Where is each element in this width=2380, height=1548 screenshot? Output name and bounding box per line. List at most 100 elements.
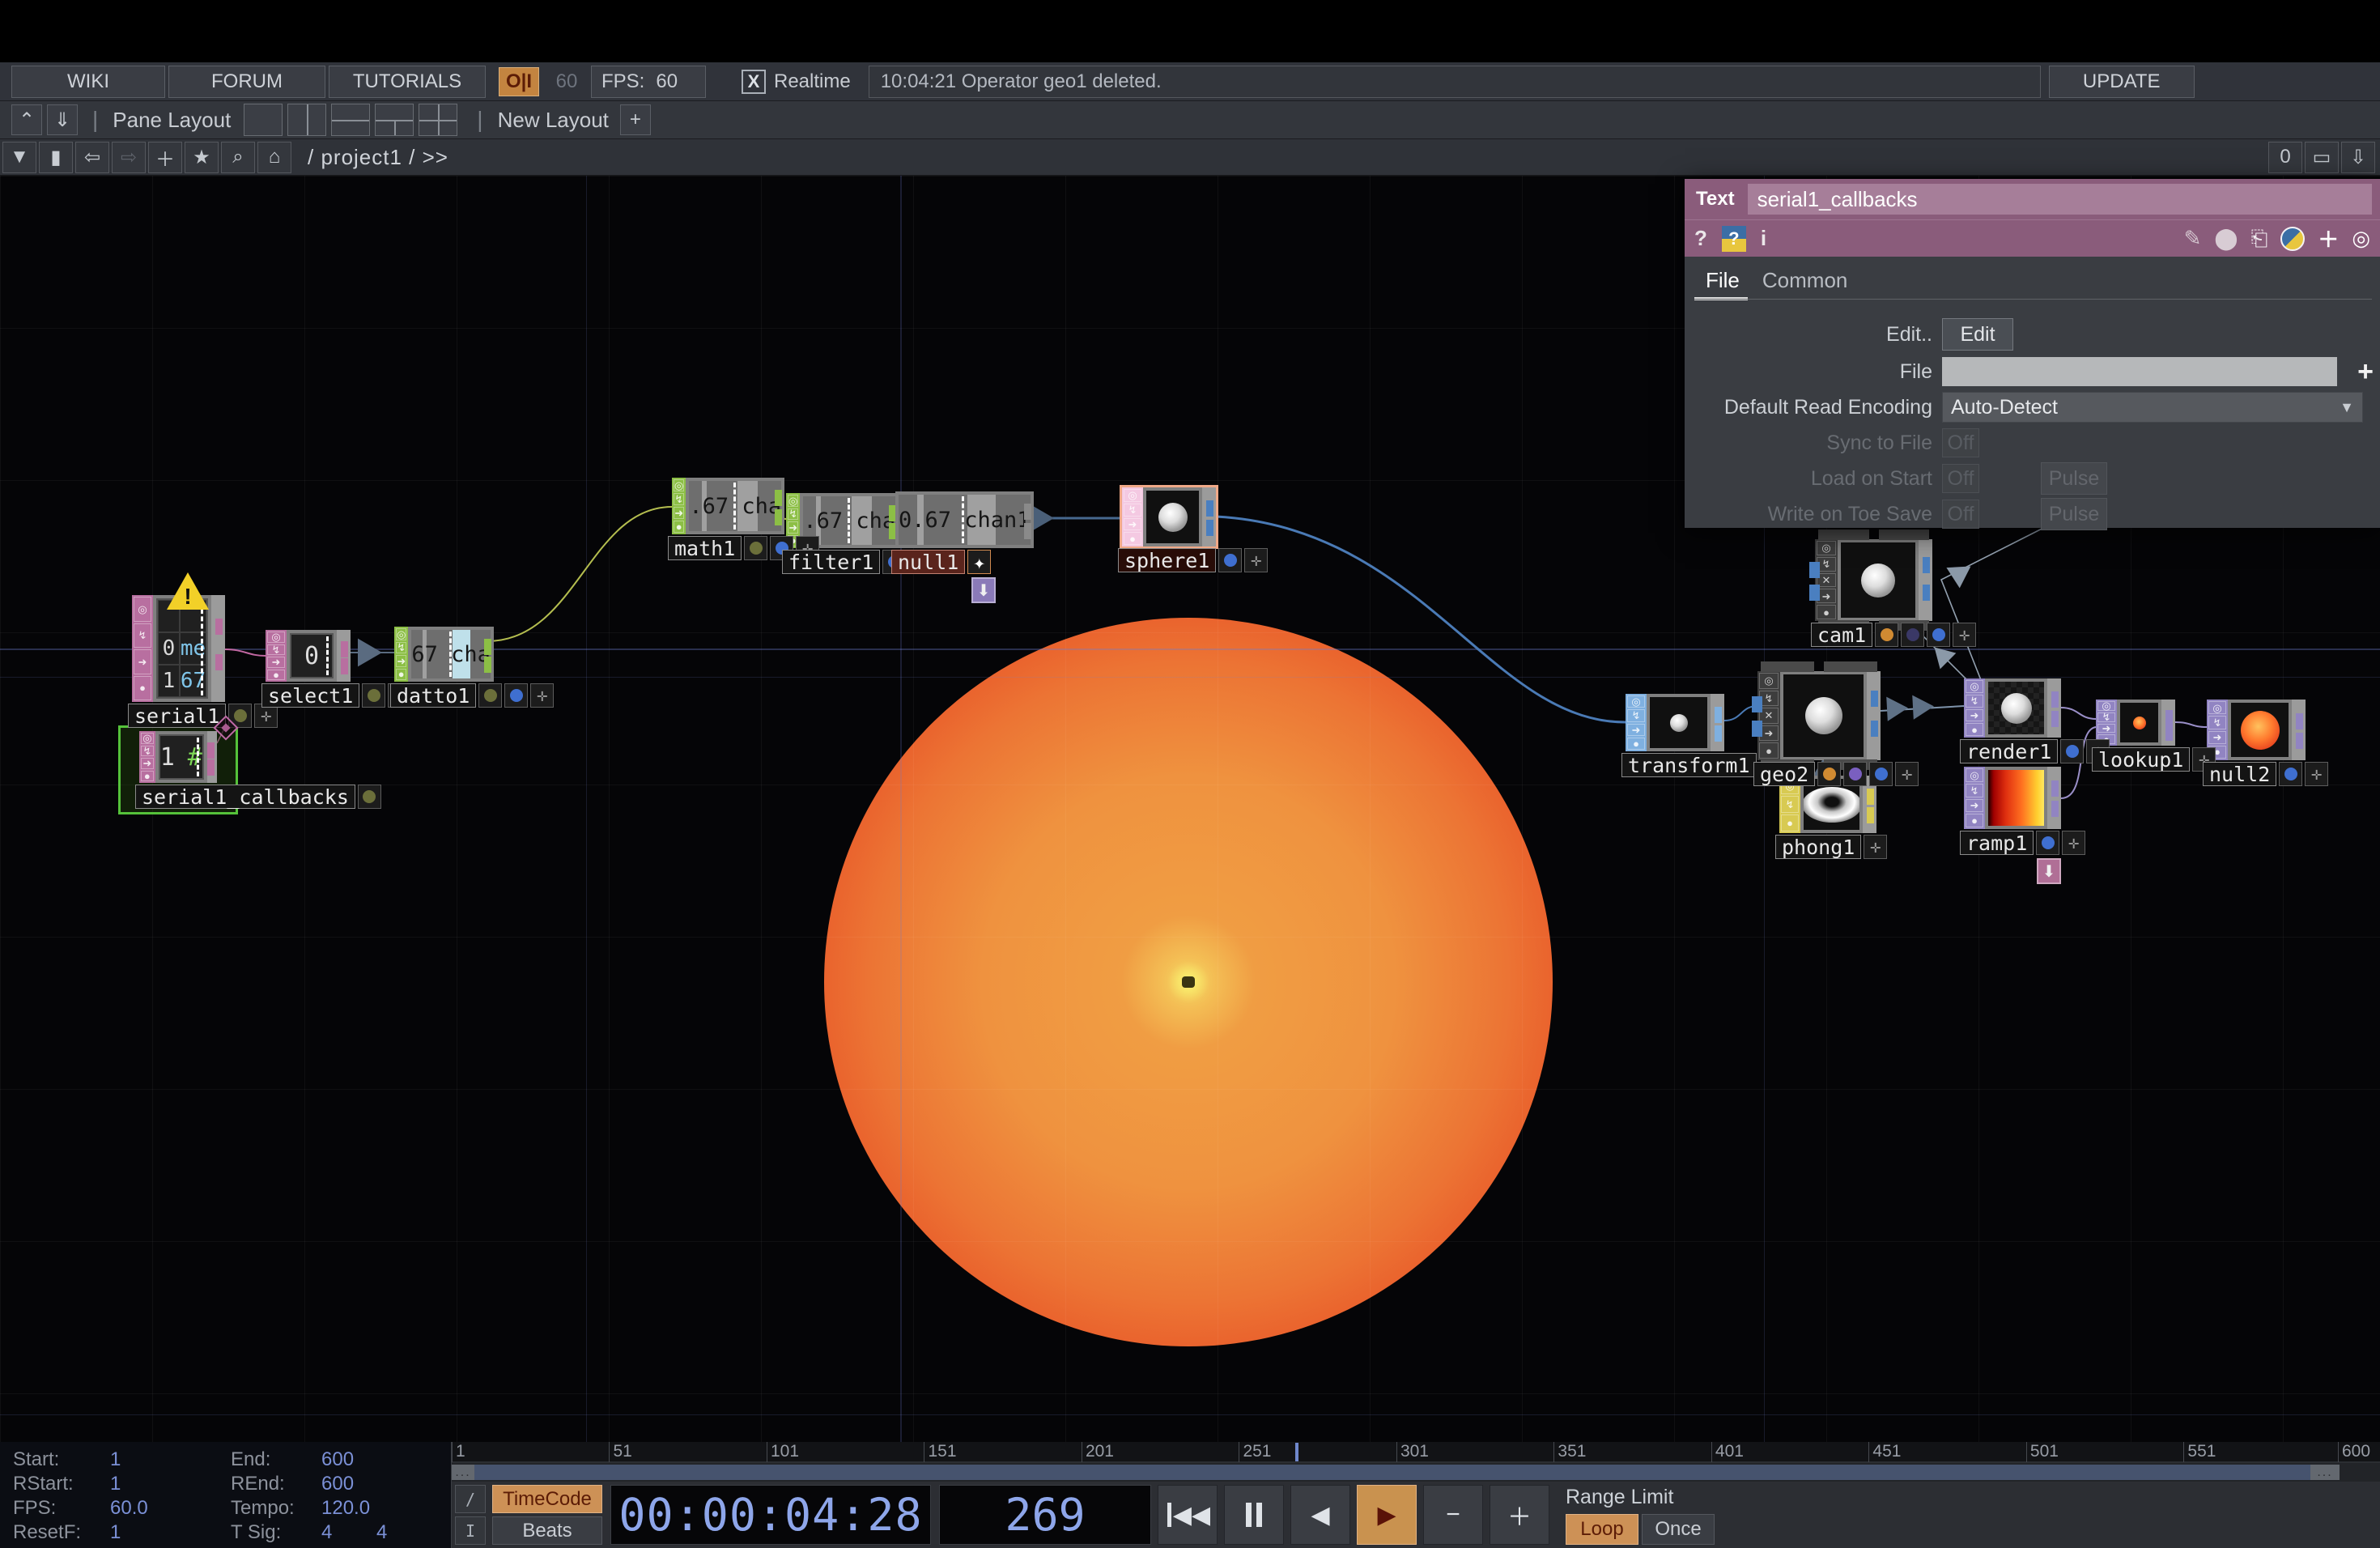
play-reverse-button[interactable]: ◀	[1290, 1485, 1350, 1545]
output-connector[interactable]	[2047, 767, 2061, 829]
oi-indicator[interactable]: O|I	[499, 67, 539, 96]
flag-icon[interactable]: ➜	[267, 657, 285, 668]
target-icon[interactable]: ◎	[2352, 226, 2370, 251]
flag-icon[interactable]: ↯	[141, 746, 154, 757]
flag-icon[interactable]: ➜	[788, 521, 798, 534]
node-name-filter1[interactable]: filter1	[782, 550, 880, 574]
flag-icon[interactable]: ◎	[1627, 695, 1645, 708]
tab-common[interactable]: Common	[1762, 268, 1847, 293]
frame-ruler[interactable]: 151101151201251301351401451501551600	[452, 1442, 2380, 1462]
timecode-mode-button[interactable]: TimeCode	[492, 1485, 602, 1513]
flag-icon[interactable]: ●	[141, 771, 154, 782]
output-connector[interactable]	[337, 630, 351, 682]
input-connector[interactable]	[1752, 721, 1762, 737]
node-flag-blue[interactable]	[1927, 623, 1950, 647]
node-flag-plus[interactable]: ✛	[530, 683, 554, 708]
tempo-value[interactable]: 120.0	[321, 1497, 370, 1520]
tsig-value2[interactable]: 4	[376, 1521, 387, 1544]
node-name-serial1[interactable]: serial1	[128, 704, 226, 728]
node-serial1_callbacks[interactable]: ◎↯➜●1#	[139, 731, 217, 783]
write-toggle[interactable]: Off	[1942, 500, 1979, 529]
node-name-phong1[interactable]: phong1	[1775, 835, 1861, 859]
node-flag-plus[interactable]: ✛	[2305, 762, 2328, 786]
node-name-cam1[interactable]: cam1	[1811, 623, 1872, 647]
tab-file[interactable]: File	[1706, 268, 1740, 293]
node-name-datto1[interactable]: datto1	[390, 683, 476, 708]
node-name-transform1[interactable]: transform1	[1621, 753, 1757, 777]
forward-arrow-icon[interactable]: ⇨	[112, 142, 146, 173]
node-null1[interactable]: 0.67 chan1	[895, 491, 996, 548]
pane-preset-vsplit[interactable]	[287, 104, 326, 136]
skip-to-start-button[interactable]: ◀◀	[1158, 1485, 1218, 1545]
node-null2[interactable]: ◎↯➜●	[2207, 700, 2306, 760]
output-connector[interactable]	[1919, 539, 1932, 621]
maximize-pane-icon[interactable]: ⌃	[11, 104, 42, 135]
forum-button[interactable]: FORUM	[168, 66, 325, 98]
node-flag-olive[interactable]	[362, 683, 385, 708]
node-flag-blue[interactable]	[2060, 739, 2084, 763]
node-flag-blue[interactable]	[1218, 548, 1242, 572]
flag-icon[interactable]: ↯	[396, 642, 406, 654]
node-select1[interactable]: ◎↯➜●0	[266, 630, 351, 682]
node-datto1[interactable]: ◎↯➜●67 cha	[394, 627, 487, 682]
node-flag-plus[interactable]: ✛	[2062, 831, 2085, 855]
node-flag-plus[interactable]: ✛	[1244, 548, 1268, 572]
counter-badge[interactable]: 0	[2268, 142, 2302, 173]
start-value[interactable]: 1	[110, 1448, 121, 1471]
edit-button[interactable]: Edit	[1942, 318, 2013, 351]
flag-icon[interactable]: ●	[1966, 814, 1983, 827]
node-flag-blue[interactable]	[504, 683, 528, 708]
loop-button[interactable]: Loop	[1566, 1514, 1638, 1545]
flag-icon[interactable]: ↯	[1966, 784, 1983, 797]
end-value[interactable]: 600	[321, 1448, 354, 1471]
node-geo2[interactable]: ◎↯✕➜●	[1757, 671, 1881, 760]
node-name-math1[interactable]: math1	[668, 536, 742, 560]
stop-icon[interactable]: ▮	[39, 142, 73, 173]
window-icon[interactable]: ▭	[2305, 142, 2339, 173]
node-name-sphere1[interactable]: sphere1	[1118, 548, 1216, 572]
flag-icon[interactable]: ↯	[1966, 695, 1983, 708]
help-icon[interactable]: ?	[1694, 226, 1707, 251]
chat-bubble-icon[interactable]: ⬤	[2214, 226, 2238, 251]
flag-icon[interactable]: ◎	[674, 479, 684, 491]
flag-icon[interactable]: ●	[267, 670, 285, 681]
node-flag-plus[interactable]: ✛	[1895, 762, 1919, 786]
rend-value[interactable]: 600	[321, 1473, 354, 1495]
flag-icon[interactable]: ●	[396, 669, 406, 681]
wire-render1-to-lookup1[interactable]	[2061, 708, 2096, 719]
save-layout-icon[interactable]: ⇓	[47, 104, 78, 135]
add-layout-button[interactable]: +	[620, 104, 651, 135]
wire-datto1-to-math1[interactable]	[487, 507, 672, 641]
output-connector[interactable]	[1202, 487, 1216, 546]
flag-icon[interactable]: ↯	[1781, 796, 1799, 813]
flag-icon[interactable]: ↯	[788, 508, 798, 521]
python-mode-icon[interactable]	[2280, 227, 2305, 251]
flag-icon[interactable]: ➜	[141, 758, 154, 769]
node-cam1[interactable]: ◎↯✕➜●	[1815, 539, 1932, 621]
node-render1[interactable]: ◎↯➜●	[1964, 678, 2061, 738]
flag-icon[interactable]: ◎	[141, 733, 154, 744]
flag-icon[interactable]: ●	[1124, 532, 1141, 545]
node-serial1[interactable]: ◎↯➜●0me167	[132, 595, 225, 702]
flag-icon[interactable]: ↯	[2097, 712, 2115, 722]
node-flag-blue[interactable]	[2036, 831, 2059, 855]
node-name-render1[interactable]: render1	[1960, 739, 2058, 763]
node-name-ramp1[interactable]: ramp1	[1960, 831, 2034, 855]
output-connector[interactable]	[211, 595, 225, 702]
flag-icon[interactable]: ◎	[788, 495, 798, 507]
write-pulse-button[interactable]: Pulse	[2041, 498, 2107, 530]
flag-icon[interactable]: ➜	[134, 649, 151, 674]
flag-icon[interactable]: ↯	[2208, 716, 2226, 729]
pane-preset-hsplit[interactable]	[331, 104, 370, 136]
node-flag-orange[interactable]	[1817, 762, 1841, 786]
expose-down-arrow[interactable]: ⬇	[971, 577, 996, 603]
flag-icon[interactable]: ↯	[674, 493, 684, 505]
node-flag-orange[interactable]	[1875, 623, 1898, 647]
output-connector[interactable]	[2047, 678, 2061, 738]
wiki-button[interactable]: WIKI	[11, 66, 165, 98]
load-pulse-button[interactable]: Pulse	[2041, 462, 2107, 495]
breadcrumb[interactable]: / project1 / >>	[308, 145, 448, 170]
flag-icon[interactable]: ↯	[134, 623, 151, 649]
node-ramp1[interactable]: ◎↯➜●	[1964, 767, 2061, 829]
tsig-value[interactable]: 4	[321, 1521, 332, 1544]
